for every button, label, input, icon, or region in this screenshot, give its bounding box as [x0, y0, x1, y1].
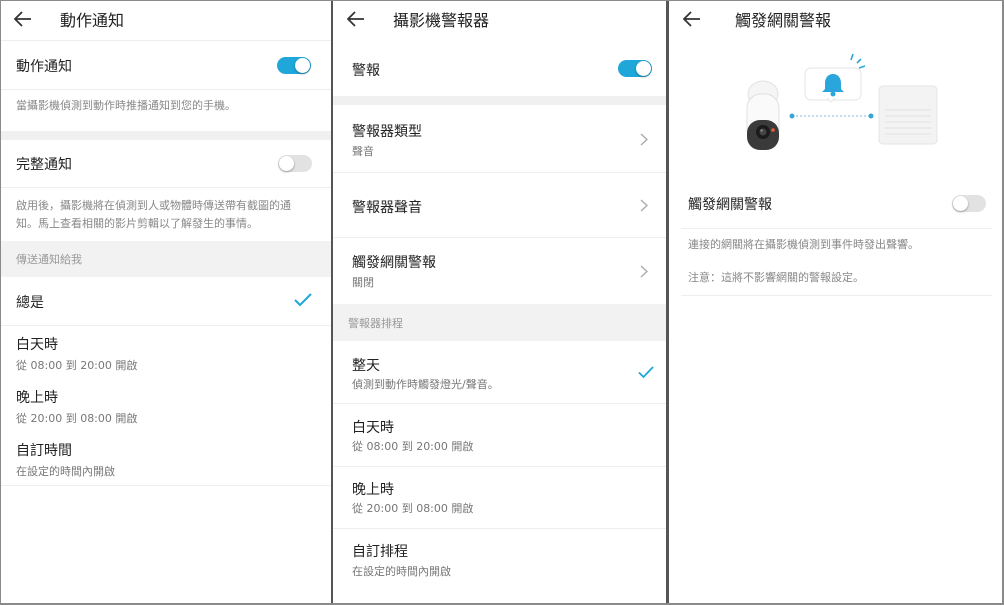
option-label: 白天時	[16, 337, 58, 353]
motion-notification-description: 當攝影機偵測到動作時推播通知到您的手機。	[16, 99, 236, 112]
schedule-option-custom[interactable]: 自訂時間 在設定的時間內開啟	[0, 432, 331, 484]
camera-illustration	[746, 80, 780, 150]
back-arrow-icon[interactable]	[12, 8, 34, 30]
hub-alarm-description: 連接的網關將在攝影機偵測到事件時發出聲響。	[688, 238, 919, 251]
alarm-toggle[interactable]	[618, 60, 652, 77]
option-label: 晚上時	[16, 390, 58, 406]
hub-alarm-illustration	[746, 53, 938, 150]
schedule-option-always[interactable]: 總是	[0, 277, 331, 325]
setting-label: 觸發網關警報	[352, 255, 436, 271]
option-sub: 偵測到動作時觸發燈光/聲音。	[352, 378, 499, 391]
header: 動作通知	[0, 0, 331, 38]
hub-device-illustration	[878, 85, 938, 145]
send-to-section-header: 傳送通知給我	[0, 241, 331, 277]
hub-alarm-label: 觸發網關警報	[688, 197, 772, 213]
option-sub: 從 20:00 到 08:00 開啟	[16, 412, 138, 425]
siren-sound-item[interactable]: 警報器聲音	[333, 173, 666, 237]
hub-alarm-note: 注意：這將不影響網關的警報設定。	[688, 271, 864, 284]
option-label: 晚上時	[352, 482, 394, 498]
page-title: 動作通知	[60, 11, 125, 30]
chevron-right-icon	[640, 133, 648, 146]
bell-icon	[804, 53, 866, 103]
back-arrow-icon[interactable]	[681, 8, 703, 30]
section-label: 傳送通知給我	[16, 253, 82, 266]
option-sub: 從 20:00 到 08:00 開啟	[352, 502, 474, 515]
schedule-option-night[interactable]: 晚上時 從 20:00 到 08:00 開啟	[333, 467, 666, 529]
page-title: 攝影機警報器	[393, 11, 490, 30]
section-label: 警報器排程	[348, 316, 403, 330]
page-title: 觸發網關警報	[735, 11, 832, 30]
motion-notification-toggle[interactable]	[277, 57, 311, 74]
option-label: 整天	[352, 358, 380, 374]
chevron-right-icon	[640, 199, 648, 212]
option-sub: 從 08:00 到 20:00 開啟	[352, 440, 474, 453]
trigger-hub-alarm-item[interactable]: 觸發網關警報 關閉	[333, 238, 666, 304]
motion-notification-screen: 動作通知 動作通知 當攝影機偵測到動作時推播通知到您的手機。 完整通知 啟用後，…	[0, 0, 331, 605]
option-label: 自訂時間	[16, 443, 72, 459]
description-line: 知。馬上查看相關的影片剪輯以了解發生的事情。	[16, 217, 258, 230]
setting-value: 關閉	[352, 276, 374, 289]
option-label: 白天時	[352, 420, 394, 436]
option-sub: 在設定的時間內開啟	[16, 465, 115, 478]
checkmark-icon	[638, 366, 654, 379]
setting-label: 警報器聲音	[352, 200, 422, 216]
motion-notification-label: 動作通知	[16, 59, 72, 75]
schedule-option-night[interactable]: 晚上時 從 20:00 到 08:00 開啟	[0, 379, 331, 431]
description-line: 啟用後，攝影機將在偵測到人或物體時傳送帶有截圖的通	[16, 199, 291, 212]
alarm-label: 警報	[352, 63, 380, 79]
full-notification-label: 完整通知	[16, 157, 72, 173]
schedule-option-custom[interactable]: 自訂排程 在設定的時間內開啟	[333, 529, 666, 591]
siren-schedule-section-header: 警報器排程	[333, 304, 666, 341]
camera-siren-screen: 攝影機警報器 警報 警報器類型 聲音 警報器聲音 觸發網關警報 關閉 警報器排程…	[333, 0, 666, 605]
trigger-hub-alarm-screen: 觸發網關警報 觸發網關警報 連接的網關將在攝影機偵測到事件時發出聲響。 注意：這…	[669, 0, 1004, 605]
full-notification-toggle[interactable]	[278, 155, 312, 172]
checkmark-icon	[294, 293, 312, 307]
alarm-row: 警報	[333, 56, 666, 84]
back-arrow-icon[interactable]	[345, 8, 367, 30]
option-sub: 從 08:00 到 20:00 開啟	[16, 359, 138, 372]
siren-type-item[interactable]: 警報器類型 聲音	[333, 105, 666, 171]
setting-label: 警報器類型	[352, 124, 422, 140]
option-label: 自訂排程	[352, 544, 408, 560]
schedule-option-daytime[interactable]: 白天時 從 08:00 到 20:00 開啟	[0, 326, 331, 378]
header: 觸發網關警報	[669, 0, 1004, 38]
schedule-option-daytime[interactable]: 白天時 從 08:00 到 20:00 開啟	[333, 404, 666, 466]
setting-value: 聲音	[352, 145, 374, 158]
option-label: 總是	[16, 295, 44, 311]
schedule-option-all-day[interactable]: 整天 偵測到動作時觸發燈光/聲音。	[333, 341, 666, 403]
header: 攝影機警報器	[333, 0, 666, 38]
hub-alarm-toggle[interactable]	[952, 195, 986, 212]
option-sub: 在設定的時間內開啟	[352, 565, 451, 578]
chevron-right-icon	[640, 265, 648, 278]
full-notification-description: 啟用後，攝影機將在偵測到人或物體時傳送帶有截圖的通 知。馬上查看相關的影片剪輯以…	[16, 197, 291, 233]
